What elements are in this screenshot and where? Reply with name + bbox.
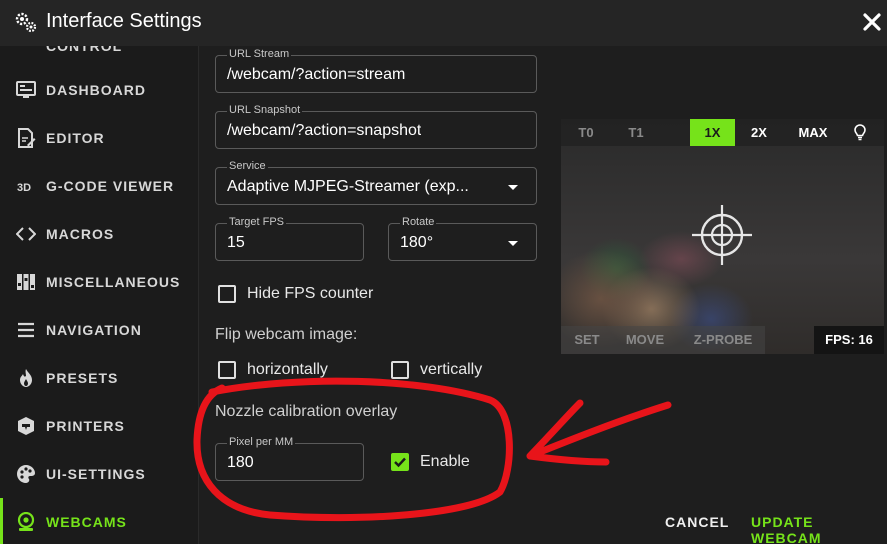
sidebar-item-presets[interactable]: PRESETS (0, 354, 198, 402)
3d-icon: 3D (17, 182, 31, 194)
sidebar-item-editor[interactable]: EDITOR (0, 114, 198, 162)
sidebar-item-label: NAVIGATION (46, 322, 142, 338)
settings-sidebar: CONTROL DASHBOARD EDITOR 3D G-CODE VIEWE… (0, 46, 199, 544)
rotate-value: 180° (400, 234, 434, 251)
sidebar-item-label: UI-SETTINGS (46, 466, 146, 482)
sidebar-item-label: CONTROL (46, 46, 123, 54)
target-fps-value[interactable]: 15 (227, 234, 245, 252)
pixel-per-mm-field[interactable]: Pixel per MM 180 (215, 436, 364, 481)
sidebar-item-label: MACROS (46, 226, 115, 242)
hide-fps-checkbox[interactable] (218, 285, 236, 303)
field-label: URL Stream (227, 48, 292, 60)
flip-vertical-label: vertically (420, 361, 483, 378)
target-fps-field[interactable]: Target FPS 15 (215, 216, 364, 261)
pixel-per-mm-value[interactable]: 180 (227, 454, 254, 472)
zoom-max-button[interactable]: MAX (783, 119, 843, 146)
sidebar-item-label: MISCELLANEOUS (46, 274, 181, 290)
sidebar-item-label: DASHBOARD (46, 82, 146, 98)
field-label: Service (227, 160, 268, 172)
preview-bottom-toolbar: SET MOVE Z-PROBE (561, 326, 765, 354)
field-label: Rotate (400, 216, 437, 228)
tool-t1-button[interactable]: T1 (611, 119, 661, 146)
active-indicator (0, 498, 3, 544)
chevron-down-icon[interactable] (508, 185, 518, 190)
field-label: Target FPS (227, 216, 287, 228)
enable-overlay-checkbox[interactable] (391, 453, 409, 471)
edit-file-icon (18, 128, 36, 148)
set-button[interactable]: SET (561, 326, 613, 354)
dashboard-icon (16, 81, 36, 98)
checkmark-icon (394, 457, 406, 468)
sidebar-item-macros[interactable]: MACROS (0, 210, 198, 258)
enable-overlay-label: Enable (420, 453, 470, 470)
sidebar-item-label: PRINTERS (46, 418, 125, 434)
lightbulb-icon[interactable] (852, 124, 868, 141)
webcam-icon (17, 512, 35, 531)
url-snapshot-value[interactable]: /webcam/?action=snapshot (227, 122, 421, 140)
svg-text:3D: 3D (17, 182, 31, 194)
close-icon[interactable] (861, 11, 883, 33)
code-icon (16, 227, 36, 241)
sidebar-item-miscellaneous[interactable]: MISCELLANEOUS (0, 258, 198, 306)
sidebar-item-webcams[interactable]: WEBCAMS (0, 498, 198, 544)
sidebar-item-ui-settings[interactable]: UI-SETTINGS (0, 450, 198, 498)
printer-icon (18, 417, 34, 435)
sidebar-item-label: G-CODE VIEWER (46, 178, 175, 194)
gears-icon (15, 12, 37, 33)
move-button[interactable]: MOVE (617, 326, 673, 354)
url-stream-field[interactable]: URL Stream /webcam/?action=stream (215, 48, 537, 93)
service-value: Adaptive MJPEG-Streamer (exp... (227, 178, 469, 195)
hide-fps-label: Hide FPS counter (247, 285, 374, 302)
flip-label: Flip webcam image: (215, 326, 358, 343)
sliders-icon (17, 274, 35, 290)
palette-icon (17, 465, 35, 483)
chevron-down-icon[interactable] (508, 241, 518, 246)
fps-counter: FPS: 16 (814, 326, 884, 354)
flip-horizontal-checkbox[interactable] (218, 361, 236, 379)
sidebar-item-label: PRESETS (46, 370, 119, 386)
nozzle-overlay-label: Nozzle calibration overlay (215, 403, 398, 420)
preview-toolbar: T0 T1 1X 2X MAX (561, 119, 884, 146)
zoom-2x-button[interactable]: 2X (735, 119, 783, 146)
sidebar-item-navigation[interactable]: NAVIGATION (0, 306, 198, 354)
sidebar-item-gcode-viewer[interactable]: 3D G-CODE VIEWER (0, 162, 198, 210)
zoom-1x-button[interactable]: 1X (690, 119, 735, 146)
sidebar-item-label: WEBCAMS (46, 514, 127, 530)
field-label: URL Snapshot (227, 104, 303, 116)
title-bar: Interface Settings (0, 0, 887, 46)
cancel-button[interactable]: CANCEL (665, 514, 729, 530)
sidebar-item-dashboard[interactable]: DASHBOARD (0, 66, 198, 114)
field-label: Pixel per MM (227, 436, 296, 448)
tool-t0-button[interactable]: T0 (561, 119, 611, 146)
sidebar-item-printers[interactable]: PRINTERS (0, 402, 198, 450)
service-select[interactable]: Service Adaptive MJPEG-Streamer (exp... (215, 160, 537, 205)
update-webcam-button[interactable]: UPDATE WEBCAM (751, 514, 887, 544)
rotate-select[interactable]: Rotate 180° (388, 216, 537, 261)
webcam-preview: T0 T1 1X 2X MAX SET MOVE Z-PROBE FPS: 16 (561, 119, 884, 354)
url-snapshot-field[interactable]: URL Snapshot /webcam/?action=snapshot (215, 104, 537, 149)
flip-horizontal-label: horizontally (247, 361, 328, 378)
sidebar-item-label: EDITOR (46, 130, 105, 146)
dialog-title: Interface Settings (46, 10, 202, 32)
flip-vertical-checkbox[interactable] (391, 361, 409, 379)
z-probe-button[interactable]: Z-PROBE (681, 326, 765, 354)
crosshair-icon (692, 205, 752, 265)
url-stream-value[interactable]: /webcam/?action=stream (227, 66, 405, 84)
fire-icon (20, 369, 32, 387)
menu-icon (18, 322, 34, 338)
